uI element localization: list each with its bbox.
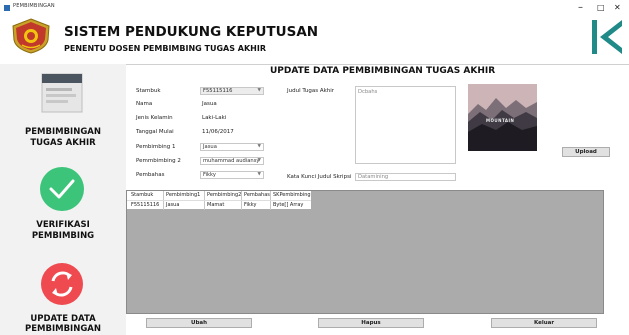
maximize-button[interactable]: □ — [597, 3, 605, 12]
pembimbing2-value: muhammad audiansy — [203, 158, 260, 164]
ubah-button[interactable]: Ubah — [146, 318, 252, 328]
pembimbing1-value: Jasua — [203, 144, 217, 150]
grid-cell-pembahas[interactable]: Fikky — [242, 201, 270, 209]
jenis-kelamin-label: Jenis Kelamin — [136, 115, 173, 121]
stambuk-value: F55115116 — [203, 88, 233, 94]
hapus-button[interactable]: Hapus — [318, 318, 424, 328]
pembahas-label: Pembahas — [136, 172, 165, 178]
nama-label: Nama — [136, 101, 153, 107]
tanggal-mulai-label: Tanggal Mulai — [136, 129, 174, 135]
main-divider — [126, 64, 629, 65]
form-title: UPDATE DATA PEMBIMBINGAN TUGAS AKHIR — [270, 66, 496, 76]
sidebar: PEMBIMBINGAN TUGAS AKHIR VERIFIKASI PEMB… — [0, 64, 126, 335]
keluar-button[interactable]: Keluar — [491, 318, 597, 328]
pembimbing2-combobox[interactable]: muhammad audiansy ▼ — [200, 157, 264, 165]
grid-header-pembimbing2[interactable]: Pembimbing2 — [205, 191, 241, 199]
chevron-down-icon: ▼ — [257, 88, 261, 93]
refresh-circle-icon — [41, 263, 83, 305]
kata-kunci-input[interactable]: Datamining — [355, 173, 456, 181]
image-caption: MOUNTAIN — [486, 118, 515, 123]
sidebar-item-label-1b: TUGAS AKHIR — [30, 138, 96, 148]
app-title: SISTEM PENDUKUNG KEPUTUSAN — [64, 24, 319, 40]
sidebar-item-verifikasi-pembimbing[interactable]: VERIFIKASI PEMBIMBING — [0, 160, 126, 250]
app-subtitle: PENENTU DOSEN PEMBIMBING TUGAS AKHIR — [64, 44, 266, 53]
checkmark-circle-icon — [40, 167, 84, 211]
sidebar-item-label-1a: PEMBIMBINGAN — [24, 127, 102, 137]
grid-header-pembahas[interactable]: Pembahas — [242, 191, 270, 199]
grid-header-pembimbing1[interactable]: Pembimbing1 — [164, 191, 204, 199]
jenis-kelamin-value: Laki-Laki — [202, 115, 227, 121]
pembahas-combobox[interactable]: Fikky ▼ — [200, 171, 264, 179]
data-grid[interactable]: Stambuk Pembimbing1 Pembimbing2 Pembahas… — [126, 190, 604, 314]
judul-label: Judul Tugas Akhir — [287, 88, 335, 94]
upload-button[interactable]: Upload — [562, 147, 610, 157]
judul-textarea[interactable]: Dcbahs — [355, 86, 456, 164]
chevron-down-icon: ▼ — [257, 172, 261, 177]
sidebar-item-label-2a: VERIFIKASI — [36, 220, 90, 230]
back-navigation-icon[interactable] — [590, 18, 624, 56]
kata-kunci-label: Kata Kunci Judul Skripsi — [287, 174, 352, 180]
pembimbing1-label: Pembimbing 1 — [136, 144, 176, 150]
title-bar: PEMBIMBINGAN – □ ✕ — [0, 0, 629, 16]
grid-cell-skpembimbing[interactable]: Byte[] Array — [271, 201, 311, 209]
pembimbing2-label: Pemmbimbing 2 — [136, 158, 181, 164]
grid-header-row: Stambuk Pembimbing1 Pembimbing2 Pembahas… — [127, 191, 311, 200]
app-window-icon — [4, 5, 10, 11]
university-logo-icon — [12, 18, 50, 54]
pembahas-value: Fikky — [203, 172, 216, 178]
document-form-icon — [41, 73, 83, 113]
sidebar-item-label-2b: PEMBIMBING — [31, 231, 95, 241]
grid-cell-pembimbing2[interactable]: Mamat — [205, 201, 241, 209]
tanggal-mulai-value: 11/06/2017 — [202, 129, 234, 135]
table-row[interactable]: F55115116 Jasua Mamat Fikky Byte[] Array — [127, 200, 311, 210]
minimize-button[interactable]: – — [578, 2, 583, 13]
stambuk-label: Stambuk — [136, 88, 161, 94]
sidebar-item-label-3b: PEMBIMBINGAN — [24, 324, 102, 334]
grid-cell-stambuk[interactable]: F55115116 — [129, 201, 163, 209]
sidebar-item-update-data-pembimbingan[interactable]: UPDATE DATA PEMBIMBINGAN — [0, 258, 126, 335]
close-button[interactable]: ✕ — [614, 3, 621, 12]
sidebar-item-pembimbingan-tugas-akhir[interactable]: PEMBIMBINGAN TUGAS AKHIR — [0, 64, 126, 154]
window-title: PEMBIMBINGAN — [13, 3, 55, 9]
chevron-down-icon: ▼ — [257, 144, 261, 149]
nama-value: Jasua — [202, 101, 217, 107]
grid-cell-pembimbing1[interactable]: Jasua — [164, 201, 204, 209]
sk-document-image: MOUNTAIN — [468, 84, 537, 151]
grid-header-stambuk[interactable]: Stambuk — [129, 191, 163, 199]
stambuk-combobox[interactable]: F55115116 ▼ — [200, 87, 264, 95]
pembimbing1-combobox[interactable]: Jasua ▼ — [200, 143, 264, 151]
grid-header-skpembimbing[interactable]: SKPembimbing — [271, 191, 311, 199]
chevron-down-icon: ▼ — [257, 158, 261, 163]
